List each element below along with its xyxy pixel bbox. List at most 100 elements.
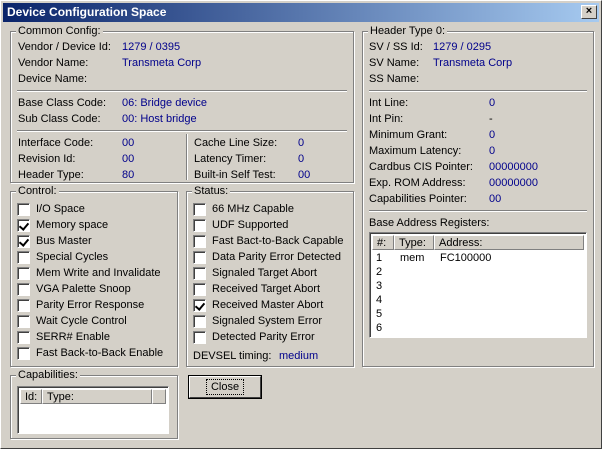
checkbox-unchecked-icon[interactable]: [193, 267, 206, 280]
header0-separator-2: [369, 210, 587, 212]
exp-rom-label: Exp. ROM Address:: [369, 177, 466, 189]
control-group: Control: I/O Space Memory space Bus Master…: [10, 184, 178, 367]
vendor-device-value: 1279 / 0395: [122, 41, 181, 53]
revision-label: Revision Id:: [18, 153, 76, 165]
status-title: Status:: [192, 184, 231, 198]
status-checkbox-label: Signaled System Error: [212, 315, 323, 327]
bist-value: 00: [298, 169, 311, 181]
status-checkbox-8[interactable]: Signaled System Error: [193, 314, 322, 328]
close-icon[interactable]: ×: [581, 5, 597, 19]
control-checkbox-5[interactable]: Mem Write and Invalidate: [17, 266, 161, 280]
checkbox-unchecked-icon[interactable]: [17, 283, 30, 296]
bar-col-num[interactable]: #:: [372, 235, 394, 250]
checkbox-unchecked-icon[interactable]: [193, 235, 206, 248]
bist-label: Built-in Self Test:: [194, 169, 276, 181]
status-checkbox-label: 66 MHz Capable: [212, 203, 294, 215]
bar-cell-num: 2: [376, 266, 383, 278]
bar-row[interactable]: 2: [372, 265, 582, 279]
status-checkbox-5[interactable]: Signaled Target Abort: [193, 266, 317, 280]
checkbox-unchecked-icon[interactable]: [193, 251, 206, 264]
max-latency-value: 0: [489, 145, 496, 157]
int-pin-label: Int Pin:: [369, 113, 404, 125]
control-checkbox-3[interactable]: Bus Master: [17, 234, 92, 248]
status-checkbox-label: Detected Parity Error: [212, 331, 315, 343]
checkbox-unchecked-icon[interactable]: [193, 219, 206, 232]
bar-cell-num: 6: [376, 322, 383, 334]
status-checkbox-1[interactable]: 66 MHz Capable: [193, 202, 294, 216]
checkbox-unchecked-icon[interactable]: [17, 299, 30, 312]
status-checkbox-label: Received Master Abort: [212, 299, 324, 311]
control-checkbox-6[interactable]: VGA Palette Snoop: [17, 282, 131, 296]
checkbox-unchecked-icon[interactable]: [17, 267, 30, 280]
cap-pointer-label: Capabilities Pointer:: [369, 193, 467, 205]
status-checkbox-7[interactable]: Received Master Abort: [193, 298, 323, 312]
control-checkbox-8[interactable]: Wait Cycle Control: [17, 314, 127, 328]
control-checkbox-label: Bus Master: [36, 235, 92, 247]
status-checkbox-4[interactable]: Data Parity Error Detected: [193, 250, 341, 264]
int-line-value: 0: [489, 97, 496, 109]
cap-col-id[interactable]: Id:: [20, 389, 42, 404]
ss-name-label: SS Name:: [369, 73, 420, 85]
control-checkbox-label: Wait Cycle Control: [36, 315, 127, 327]
vendor-device-label: Vendor / Device Id:: [18, 41, 111, 53]
checkbox-checked-icon[interactable]: [193, 299, 206, 312]
checkbox-unchecked-icon[interactable]: [193, 315, 206, 328]
capabilities-group: Capabilities: Id: Type:: [10, 368, 178, 439]
control-checkbox-1[interactable]: I/O Space: [17, 202, 85, 216]
bar-row[interactable]: 4: [372, 293, 582, 307]
checkbox-checked-icon[interactable]: [17, 235, 30, 248]
checkbox-unchecked-icon[interactable]: [17, 203, 30, 216]
checkbox-unchecked-icon[interactable]: [17, 315, 30, 328]
bar-row[interactable]: 6: [372, 321, 582, 335]
header-type0-group: Header Type 0: SV / SS Id: 1279 / 0295 S…: [362, 24, 594, 367]
common-separator-1: [17, 90, 347, 92]
int-line-label: Int Line:: [369, 97, 409, 109]
status-checkbox-label: Signaled Target Abort: [212, 267, 317, 279]
bar-col-type[interactable]: Type:: [394, 235, 434, 250]
int-pin-value: -: [489, 113, 493, 125]
bar-cell-type: mem: [400, 252, 425, 264]
control-checkbox-label: I/O Space: [36, 203, 85, 215]
close-button-label: Close: [205, 379, 245, 395]
bar-col-address[interactable]: Address:: [434, 235, 584, 250]
status-checkbox-6[interactable]: Received Target Abort: [193, 282, 320, 296]
status-group: Status: 66 MHz Capable UDF Supported Fast …: [186, 184, 354, 367]
vendor-name-label: Vendor Name:: [18, 57, 89, 69]
window-title: Device Configuration Space: [7, 5, 167, 19]
interface-value: 00: [122, 137, 135, 149]
control-title: Control:: [16, 184, 59, 198]
checkbox-unchecked-icon[interactable]: [193, 331, 206, 344]
bar-cell-num: 5: [376, 308, 383, 320]
header-type-value: 80: [122, 169, 135, 181]
status-checkbox-9[interactable]: Detected Parity Error: [193, 330, 315, 344]
control-checkbox-4[interactable]: Special Cycles: [17, 250, 108, 264]
max-latency-label: Maximum Latency:: [369, 145, 462, 157]
capabilities-title: Capabilities:: [16, 368, 80, 382]
checkbox-unchecked-icon[interactable]: [17, 251, 30, 264]
status-checkbox-2[interactable]: UDF Supported: [193, 218, 288, 232]
header0-separator-1: [369, 90, 587, 92]
capabilities-listview[interactable]: Id: Type:: [17, 386, 169, 434]
common-vertical-separator: [186, 134, 188, 180]
sub-class-value: 00: Host bridge: [122, 113, 197, 125]
checkbox-checked-icon[interactable]: [17, 219, 30, 232]
checkbox-unchecked-icon[interactable]: [193, 203, 206, 216]
control-checkbox-2[interactable]: Memory space: [17, 218, 108, 232]
cap-col-type[interactable]: Type:: [42, 389, 152, 404]
bar-row[interactable]: 3: [372, 279, 582, 293]
bar-cell-num: 4: [376, 294, 383, 306]
control-checkbox-10[interactable]: Fast Back-to-Back Enable: [17, 346, 163, 360]
bar-cell-num: 1: [376, 252, 383, 264]
status-checkbox-3[interactable]: Fast Bact-to-Back Capable: [193, 234, 343, 248]
close-button[interactable]: Close: [188, 375, 262, 399]
control-checkbox-9[interactable]: SERR# Enable: [17, 330, 110, 344]
bar-row[interactable]: 1 mem FC100000: [372, 251, 582, 265]
bar-listview[interactable]: #: Type: Address: 1 mem FC100000 2 3 4 5 6: [369, 232, 587, 338]
control-checkbox-7[interactable]: Parity Error Response: [17, 298, 144, 312]
checkbox-unchecked-icon[interactable]: [17, 347, 30, 360]
checkbox-unchecked-icon[interactable]: [17, 331, 30, 344]
cardbus-label: Cardbus CIS Pointer:: [369, 161, 473, 173]
checkbox-unchecked-icon[interactable]: [193, 283, 206, 296]
bar-row[interactable]: 5: [372, 307, 582, 321]
title-bar[interactable]: Device Configuration Space ×: [3, 3, 599, 22]
